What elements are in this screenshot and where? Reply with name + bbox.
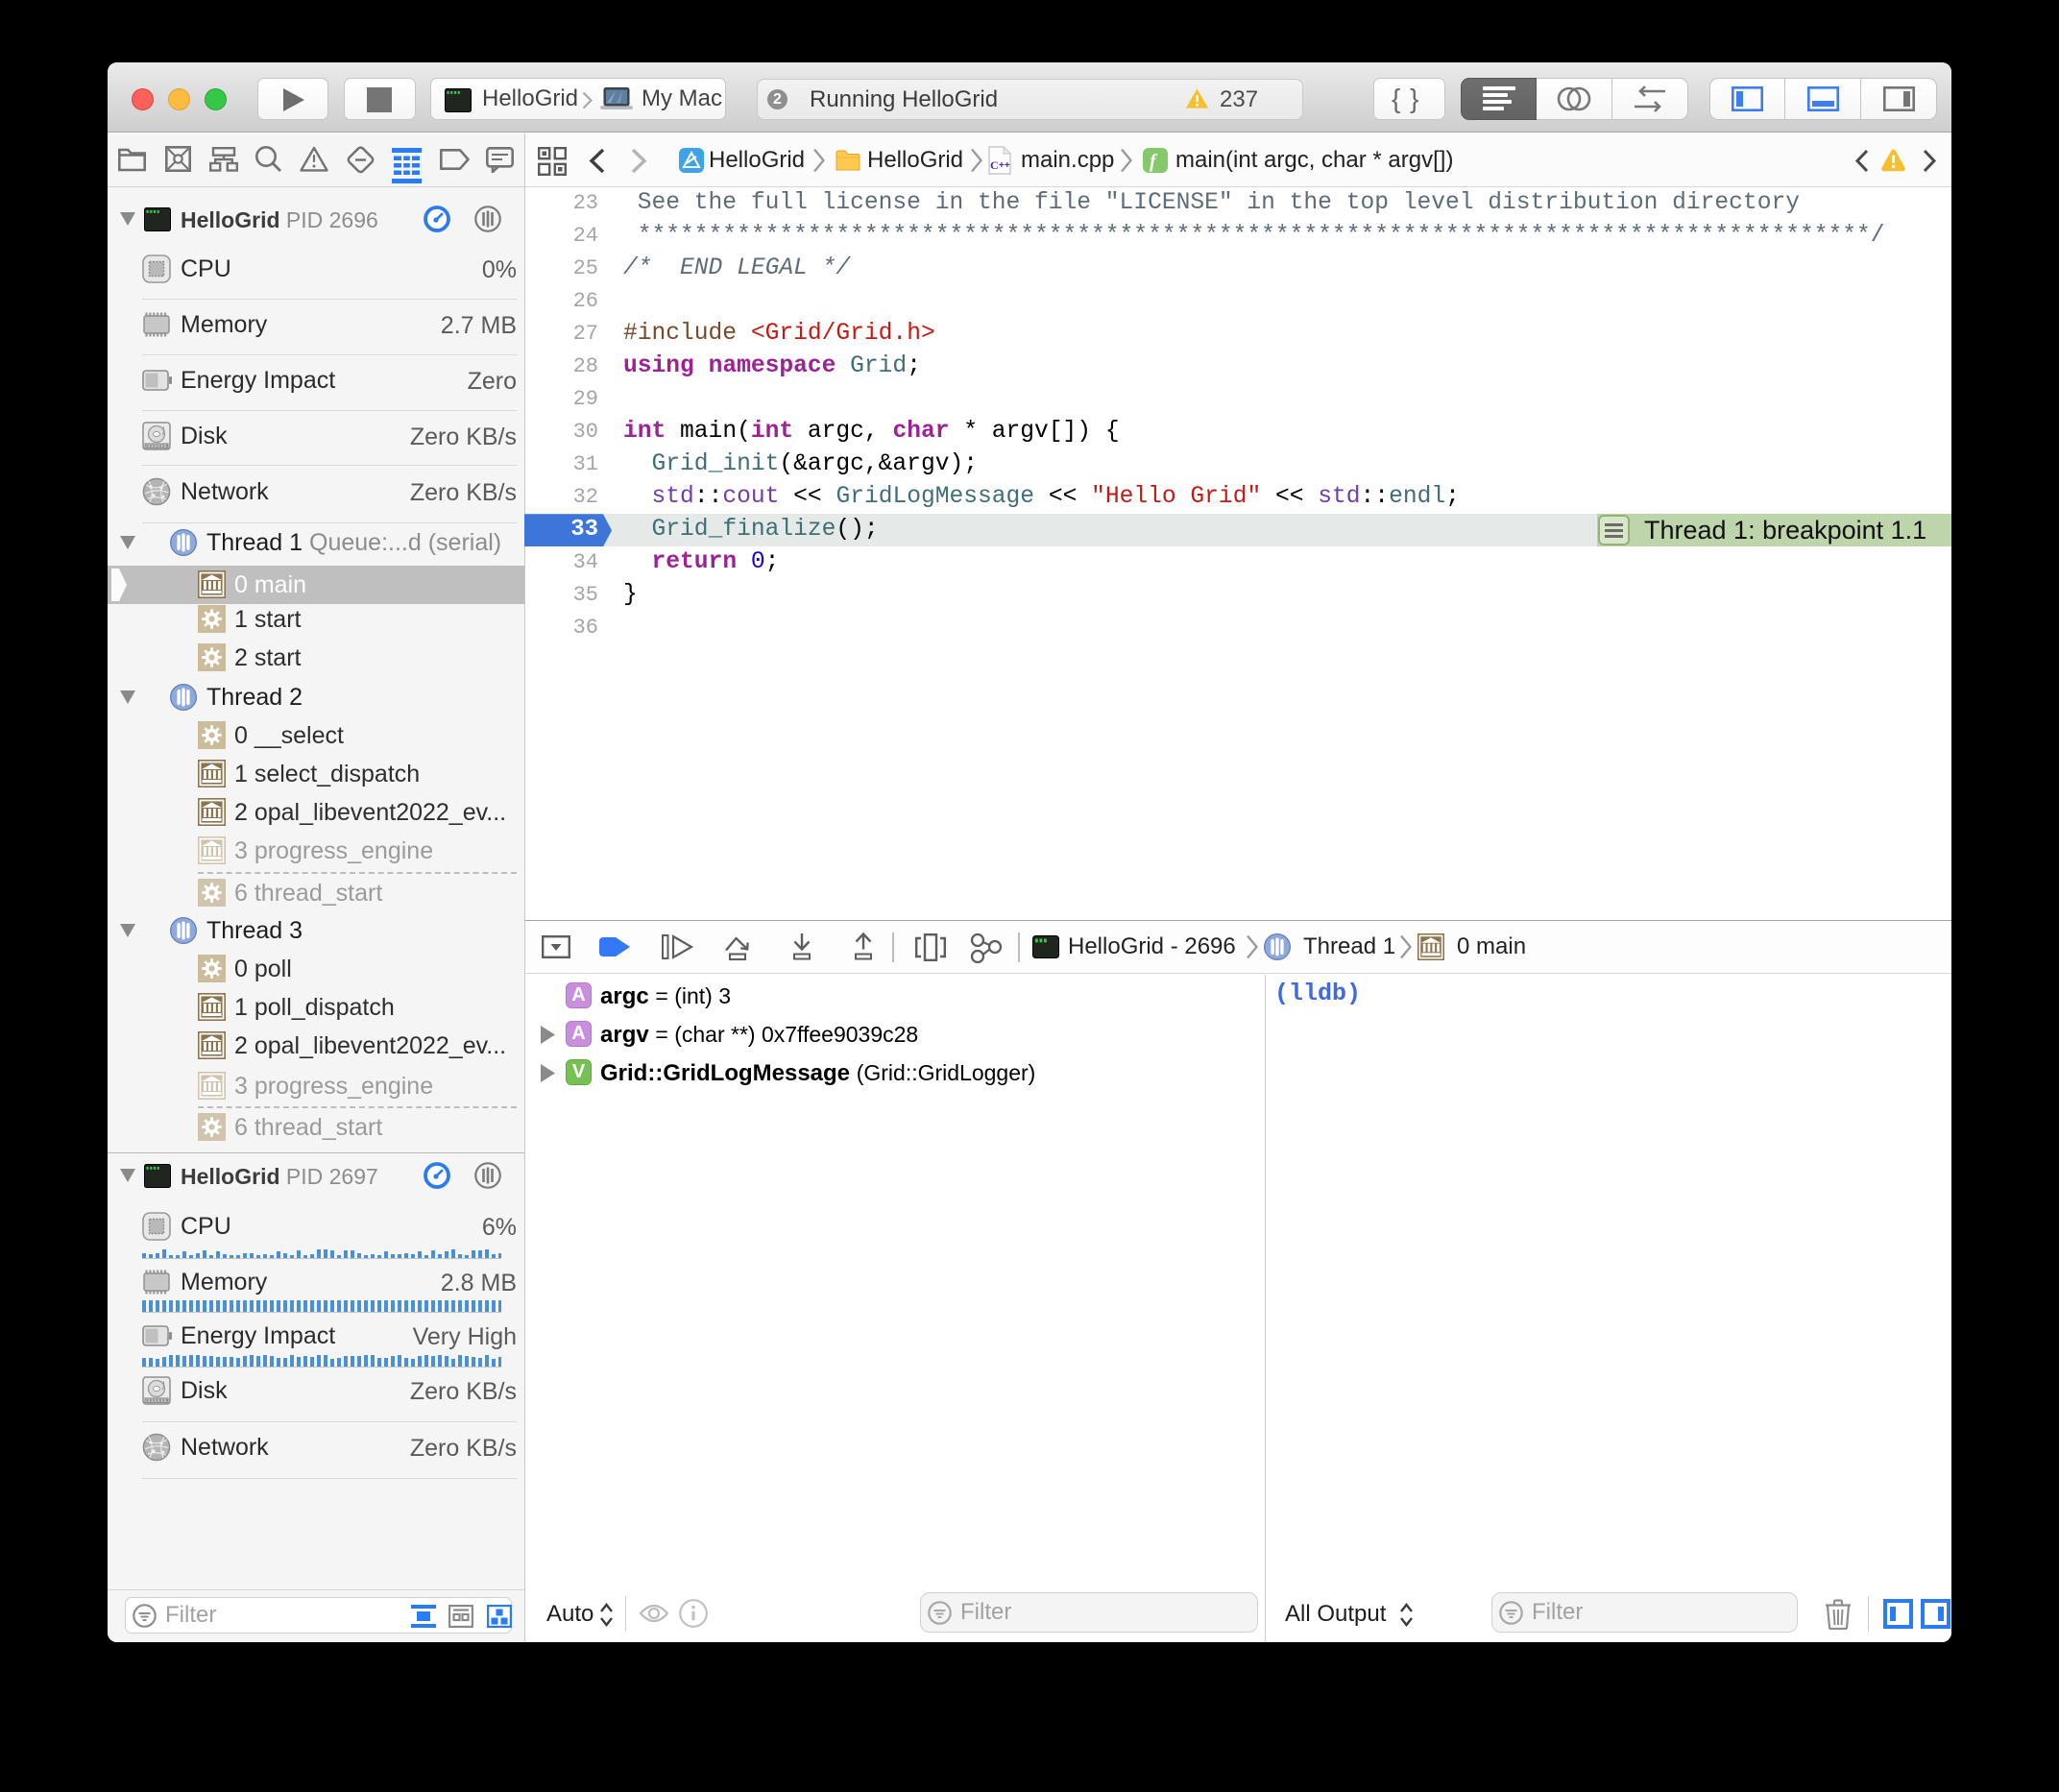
svg-text:++: ++ (999, 160, 1010, 171)
svg-text:C: C (990, 158, 999, 172)
